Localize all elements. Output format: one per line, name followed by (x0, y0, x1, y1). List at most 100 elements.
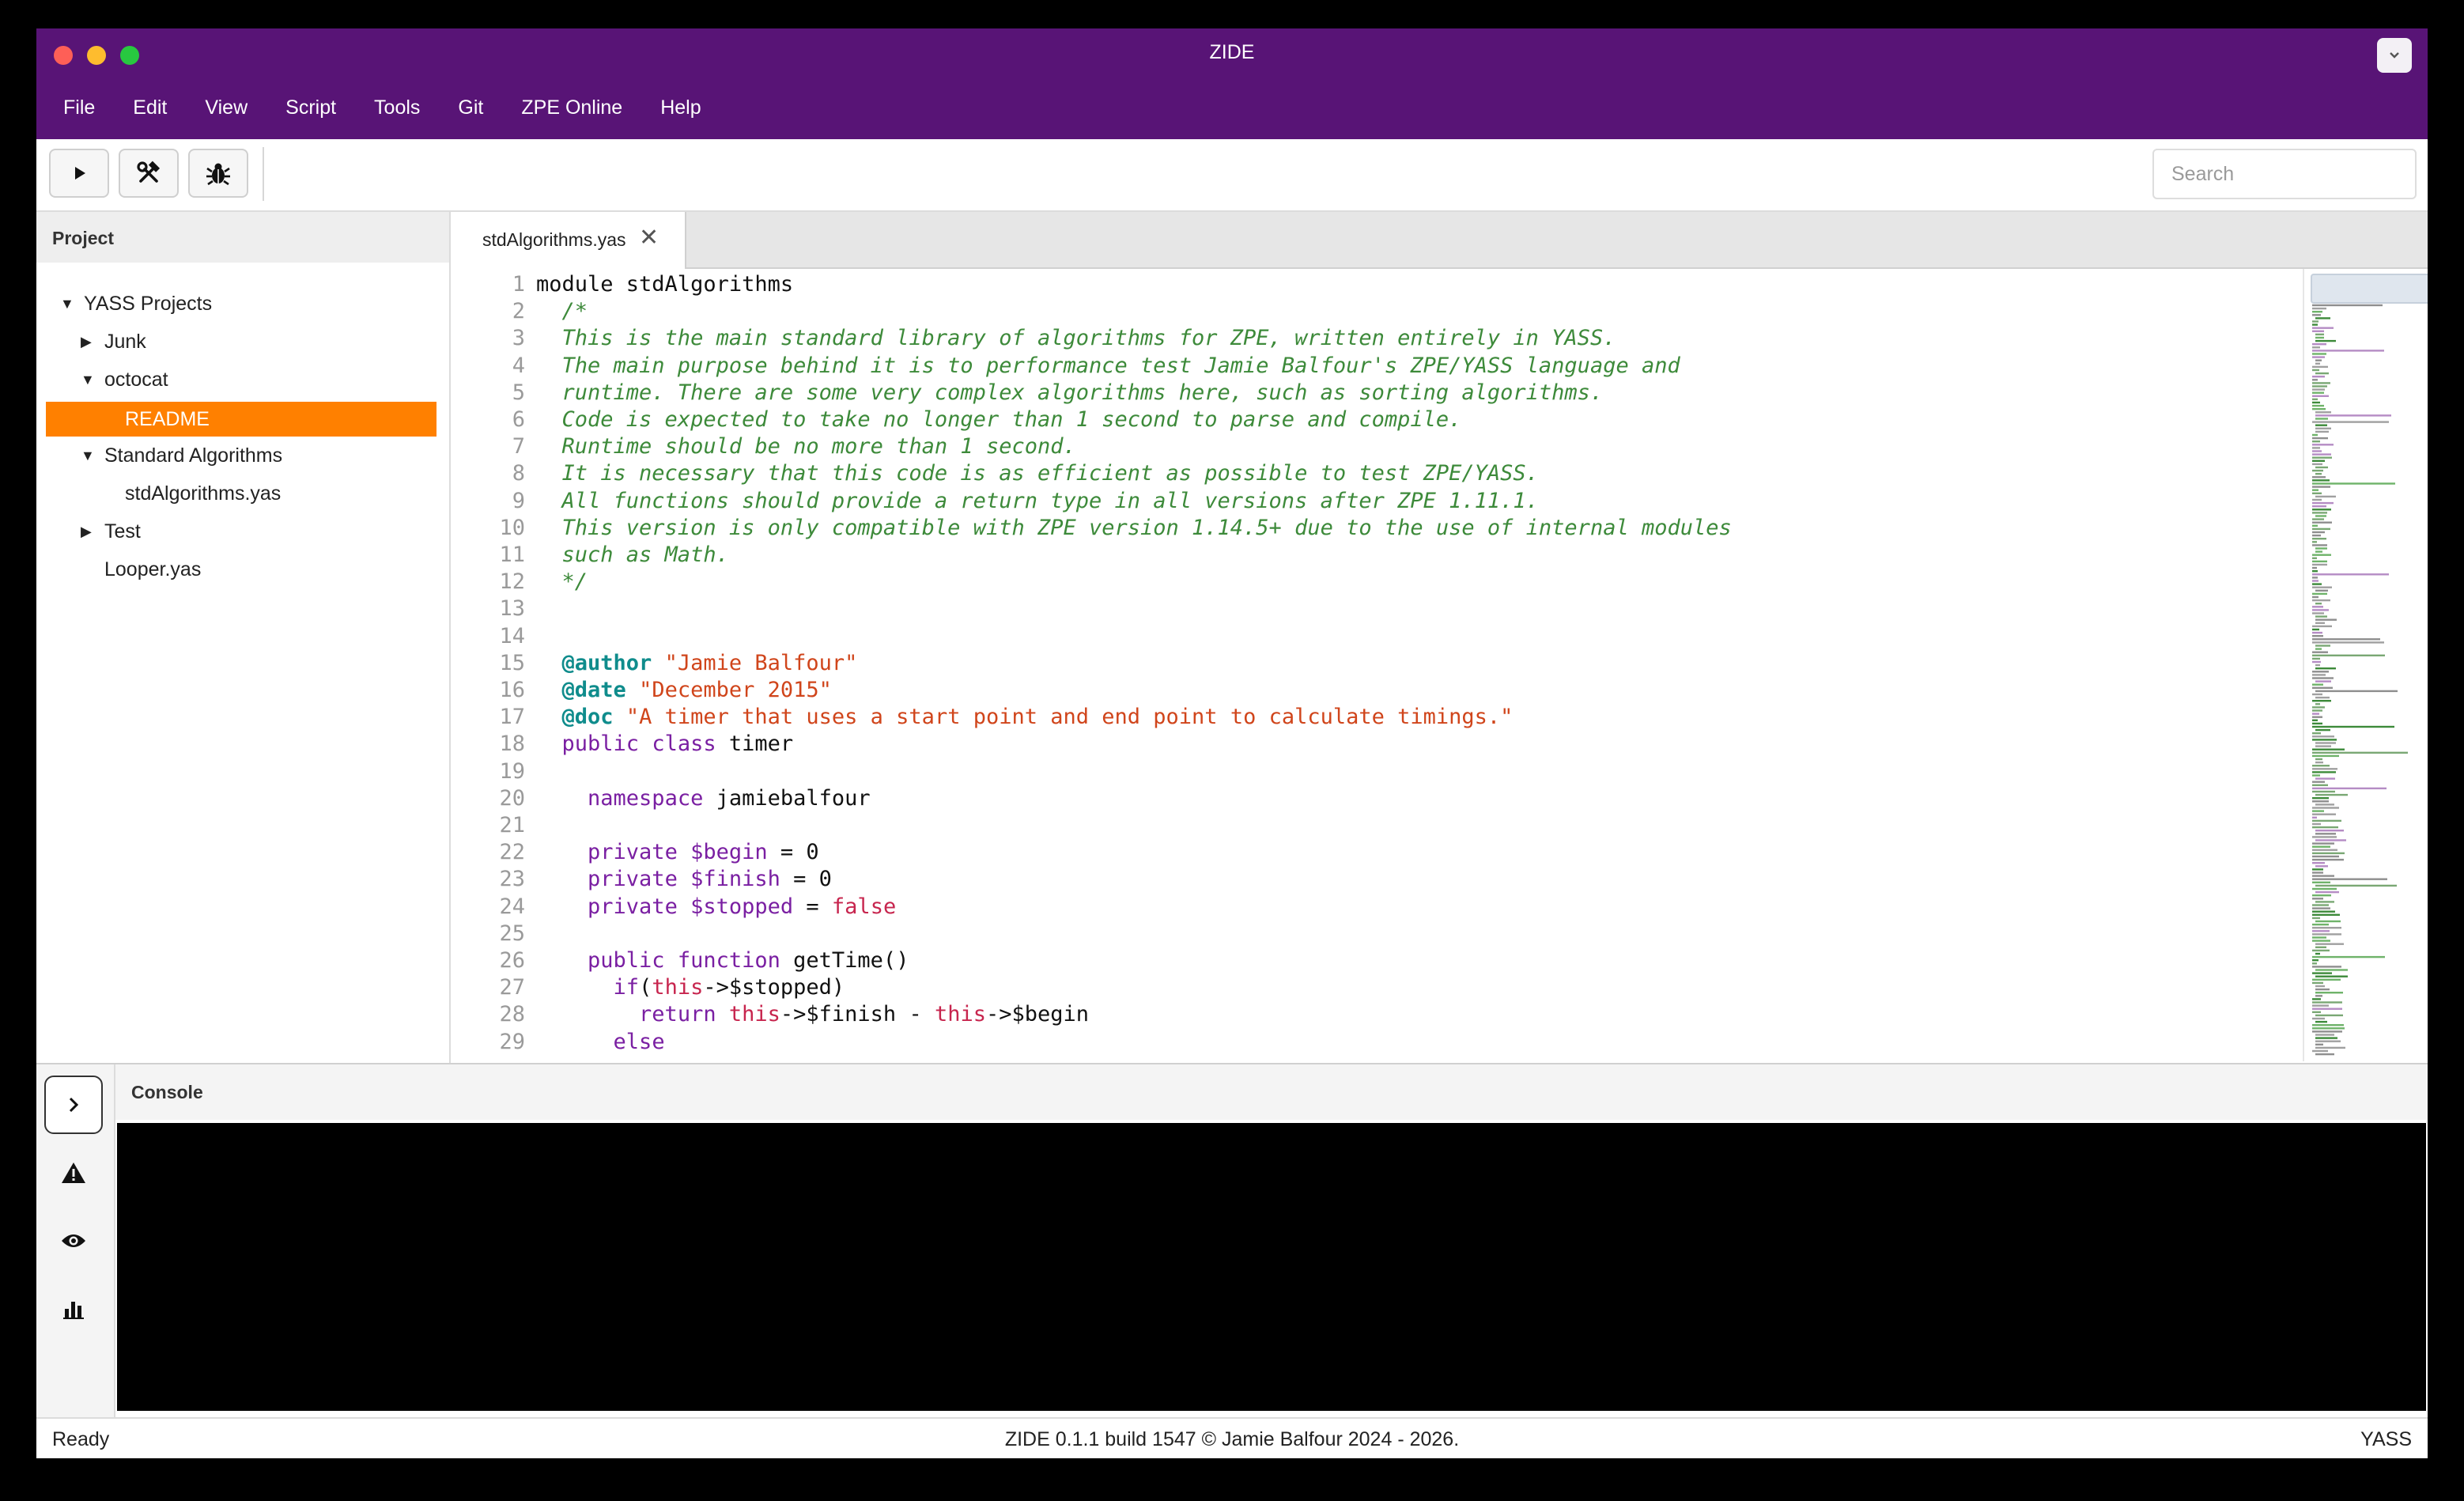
collapsed-arrow-icon[interactable]: ▶ (81, 324, 92, 359)
code-token: false (831, 894, 897, 919)
tab-stdalgorithms[interactable]: stdAlgorithms.yas ✕ (451, 212, 686, 269)
stats-button[interactable] (44, 1280, 103, 1338)
tree-item-looper-yas[interactable]: Looper.yas (46, 552, 436, 587)
code-token: jamiebalfour (703, 785, 871, 811)
collapsed-arrow-icon[interactable]: ▶ (81, 514, 92, 549)
menu-zpe-online[interactable]: ZPE Online (521, 96, 622, 119)
code-line[interactable]: private $begin = 0 (536, 840, 819, 864)
code-line[interactable]: The main purpose behind it is to perform… (536, 354, 1680, 378)
expanded-arrow-icon[interactable]: ▼ (60, 286, 74, 321)
code-token: private (588, 867, 678, 892)
window-menu-button[interactable] (2377, 38, 2412, 73)
console-output[interactable] (117, 1123, 2426, 1411)
tree-item-readme[interactable]: README (46, 402, 436, 437)
search-input[interactable] (2152, 149, 2417, 199)
code-line[interactable]: This is the main standard library of alg… (536, 326, 1616, 350)
tree-item-stdalgorithms-yas[interactable]: stdAlgorithms.yas (46, 476, 436, 511)
code-line[interactable]: /* (536, 299, 588, 323)
menu-edit[interactable]: Edit (133, 96, 167, 119)
line-number: 15 (499, 650, 525, 675)
project-panel-header: Project (36, 212, 449, 263)
line-number: 20 (499, 785, 525, 811)
code-line[interactable]: @author "Jamie Balfour" (536, 651, 858, 675)
code-token: Runtime should be no more than 1 second. (536, 434, 1076, 459)
menu-tools[interactable]: Tools (374, 96, 420, 119)
code-token: private (588, 840, 678, 865)
line-number: 13 (499, 596, 525, 622)
run-button[interactable] (49, 149, 109, 198)
code-line[interactable]: */ (536, 569, 588, 594)
menu-view[interactable]: View (205, 96, 248, 119)
code-line[interactable]: such as Math. (536, 543, 729, 567)
code-line[interactable]: else (536, 1030, 665, 1054)
menu-help[interactable]: Help (660, 96, 701, 119)
code-line[interactable]: private $stopped = false (536, 894, 896, 919)
version-info: ZIDE 0.1.1 build 1547 © Jamie Balfour 20… (1004, 1428, 1460, 1450)
code-minimap[interactable] (2303, 269, 2428, 1061)
code-token: ->$stopped) (703, 975, 845, 1000)
minimap-preview (2312, 278, 2408, 1056)
line-number: 2 (512, 299, 525, 324)
watch-button[interactable] (44, 1212, 103, 1270)
line-number: 3 (512, 326, 525, 351)
code-token: @doc (561, 705, 614, 730)
toolbar-separator (263, 147, 264, 201)
code-token: this (934, 1002, 986, 1027)
close-icon[interactable]: ✕ (639, 226, 659, 250)
debug-button[interactable] (188, 149, 248, 198)
code-line[interactable]: namespace jamiebalfour (536, 786, 871, 811)
tab-label: stdAlgorithms.yas (482, 229, 626, 250)
code-editor[interactable]: 1 2 3 4 5 6 7 8 9 10 11 12 13 14 15 16 17 18 19 20 21 22 23 24 2… (451, 269, 2301, 1061)
bottom-panel: Console (36, 1063, 2428, 1419)
tree-item-standard-algorithms[interactable]: ▼ Standard Algorithms (46, 438, 436, 473)
menu-file[interactable]: File (63, 96, 95, 119)
code-token: else (613, 1029, 665, 1054)
tree-item-octocat[interactable]: ▼ octocat (46, 362, 436, 397)
code-line[interactable]: private $finish = 0 (536, 867, 832, 891)
code-line[interactable]: module stdAlgorithms (536, 272, 793, 297)
build-button[interactable] (119, 149, 179, 198)
console-title: Console (131, 1082, 203, 1102)
code-line[interactable]: if(this->$stopped) (536, 975, 845, 1000)
menu-git[interactable]: Git (458, 96, 483, 119)
code-token: It is necessary that this code is as eff… (536, 461, 1539, 486)
code-token: @date (561, 678, 626, 702)
code-line[interactable]: runtime. There are some very complex alg… (536, 380, 1604, 405)
code-line[interactable]: @doc "A timer that uses a start point an… (536, 705, 1514, 730)
tree-item-junk[interactable]: ▶ Junk (46, 324, 436, 359)
code-token: = 0 (767, 840, 819, 865)
tree-item-yass-projects[interactable]: ▼ YASS Projects (46, 286, 436, 321)
code-line[interactable]: @date "December 2015" (536, 678, 832, 702)
line-number: 5 (512, 380, 525, 405)
code-line[interactable]: All functions should provide a return ty… (536, 489, 1539, 513)
code-line[interactable]: public class timer (536, 732, 794, 756)
warnings-button[interactable] (44, 1144, 103, 1202)
minimap-viewport[interactable] (2311, 274, 2428, 304)
code-line[interactable]: Code is expected to take no longer than … (536, 407, 1462, 432)
expanded-arrow-icon[interactable]: ▼ (81, 362, 95, 397)
expanded-arrow-icon[interactable]: ▼ (81, 438, 95, 473)
code-token: This version is only compatible with ZPE… (536, 515, 1732, 540)
code-line[interactable]: It is necessary that this code is as eff… (536, 461, 1539, 486)
console-toggle-button[interactable] (44, 1076, 103, 1134)
language-indicator[interactable]: YASS (2360, 1428, 2412, 1451)
code-line[interactable]: return this->$finish - this->$begin (536, 1002, 1089, 1027)
tree-item-test[interactable]: ▶ Test (46, 514, 436, 549)
line-number: 28 (499, 1002, 525, 1027)
code-line[interactable]: public function getTime() (536, 948, 909, 973)
code-line[interactable]: Runtime should be no more than 1 second. (536, 434, 1076, 459)
code-line[interactable]: This version is only compatible with ZPE… (536, 516, 1732, 540)
project-panel-title: Project (52, 228, 114, 248)
menu-script[interactable]: Script (285, 96, 336, 119)
